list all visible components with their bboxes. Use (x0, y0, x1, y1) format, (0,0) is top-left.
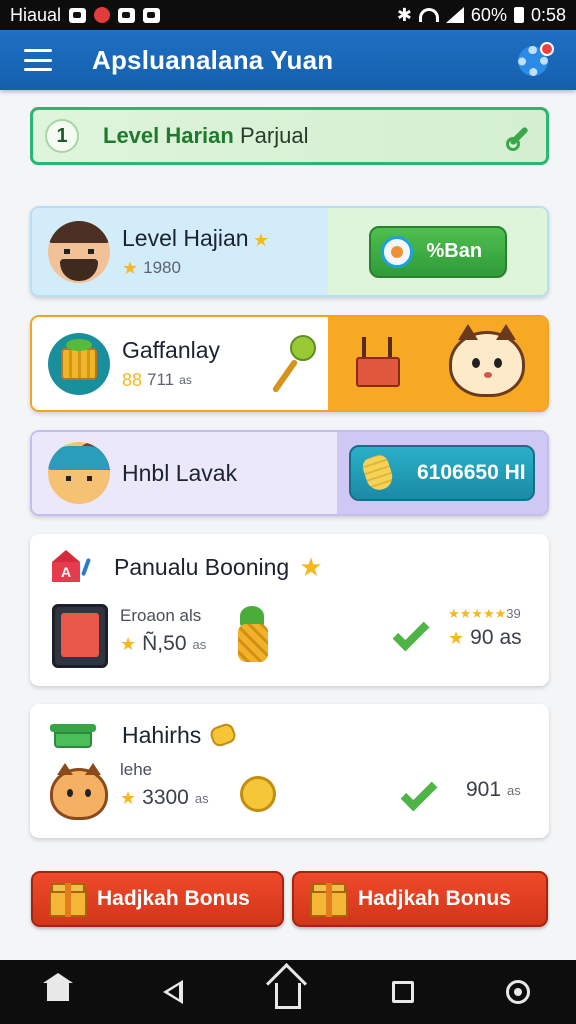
right-unit: as (499, 626, 522, 649)
star-icon: ★ (253, 229, 270, 250)
level-number: 1 (45, 119, 79, 153)
message-icon (118, 7, 136, 23)
card-title: Panualu Booning (114, 553, 290, 580)
wifi-icon (418, 8, 439, 22)
notification-icon (94, 7, 111, 23)
medal-icon: 88 (122, 369, 143, 390)
fries-icon (350, 335, 406, 393)
app-bar: Apsluanalana Yuan (0, 30, 576, 90)
status-bar: Hiaual ✱ 60% 0:58 (0, 0, 576, 30)
home-button[interactable] (268, 972, 308, 1012)
coin-icon (240, 776, 276, 812)
coin-icon (208, 721, 238, 749)
bonus-button-label: Hadjkah Bonus (358, 887, 511, 910)
back-button[interactable] (153, 972, 193, 1012)
task-card-2: Gaffanlay 88 711 as (30, 315, 549, 412)
settings-button[interactable] (516, 42, 554, 78)
card-value: Ñ,50 (142, 632, 187, 655)
card-unit: as (194, 790, 209, 806)
rating-stars: ★★★★★39 (448, 606, 521, 621)
bonus-button-right[interactable]: Hadjkah Bonus (292, 871, 548, 927)
check-icon[interactable] (400, 774, 438, 812)
card-title: Hnbl Lavak (122, 459, 238, 486)
bonus-button-label: Hadjkah Bonus (97, 887, 250, 910)
carrier-label: Hiaual (10, 4, 62, 25)
eye-icon (143, 7, 161, 23)
collect-button-label: 6106650 HI (417, 461, 526, 484)
card-label: lehe (120, 760, 153, 779)
corn-icon (360, 452, 396, 494)
app-title: Apsluanalana Yuan (92, 44, 334, 75)
basket-icon (48, 332, 110, 395)
menu-icon[interactable] (24, 49, 52, 71)
gallery-icon (69, 7, 87, 23)
right-value: 90 (470, 626, 494, 649)
star-icon: ★ (448, 627, 465, 648)
card-unit: as (179, 373, 192, 387)
star-icon: ★ (122, 257, 139, 278)
task-card-3: Hnbl Lavak 6106650 HI (30, 430, 549, 516)
card-value: 1980 (143, 258, 181, 277)
boy-avatar (48, 442, 110, 504)
cat-icon (449, 323, 526, 397)
app-logo-icon: A (50, 550, 91, 584)
check-icon[interactable] (392, 614, 430, 652)
bearded-man-avatar (48, 220, 110, 283)
card-value: 711 (147, 370, 175, 389)
basket-icon (50, 720, 96, 750)
bonus-button-left[interactable]: Hadjkah Bonus (31, 871, 284, 927)
gift-icon (310, 881, 348, 917)
app-screen: Hiaual ✱ 60% 0:58 Apsluanalana Yuan 1 Le… (0, 0, 576, 1024)
card-title: Hahirhs (122, 721, 202, 748)
assistant-icon (506, 980, 531, 1004)
star-icon: ★ (299, 551, 323, 582)
paddle-icon (271, 335, 316, 395)
rating-count: 39 (506, 606, 521, 621)
card-unit: as (192, 636, 207, 652)
pineapple-icon (234, 606, 270, 664)
battery-icon (513, 7, 524, 23)
star-icon: ★ (120, 633, 137, 654)
level-title-sub: Parjual (239, 123, 309, 148)
claim-button[interactable]: %Ban (368, 225, 507, 278)
right-unit: as (507, 782, 521, 798)
right-value: 901 (466, 778, 502, 801)
daily-level-banner[interactable]: 1 Level Harian Parjual (30, 107, 549, 165)
level-title: Level Harian Parjual (103, 123, 308, 149)
recents-icon (392, 981, 415, 1003)
home-icon (274, 983, 301, 1009)
card-label: Eroaon als (120, 606, 202, 625)
star-icon: ★ (120, 787, 137, 808)
assistant-button[interactable] (498, 972, 538, 1012)
card-title-row: Level Hajian ★ (122, 225, 269, 252)
card-value: 3300 (142, 786, 189, 809)
edit-icon[interactable] (504, 121, 534, 151)
notification-badge (540, 42, 554, 56)
gift-icon (49, 881, 87, 917)
clock: 0:58 (530, 4, 566, 25)
collect-button[interactable]: 6106650 HI (349, 445, 535, 501)
claim-button-label: %Ban (426, 240, 483, 262)
card-title: Level Hajian (122, 224, 249, 251)
task-card-1: Level Hajian ★ ★ 1980 %Ban (30, 206, 549, 297)
task-card-5: Hahirhs lehe ★ 3300 as 901 as (30, 704, 549, 838)
signal-icon (445, 7, 464, 23)
battery-percent: 60% (470, 4, 507, 25)
task-card-4: A Panualu Booning ★ Eroaon als ★ Ñ,50 as… (30, 534, 549, 686)
location-pin-icon (380, 235, 413, 268)
home-launcher-button[interactable] (38, 972, 78, 1012)
level-title-main: Level Harian (103, 123, 234, 148)
back-icon (162, 980, 183, 1004)
tablet-icon (52, 604, 108, 668)
recents-button[interactable] (383, 972, 423, 1012)
bluetooth-icon: ✱ (396, 4, 412, 25)
cat-avatar (50, 763, 108, 820)
card-title: Gaffanlay (122, 336, 221, 363)
house-icon (42, 973, 73, 1003)
system-nav-bar (0, 960, 576, 1024)
